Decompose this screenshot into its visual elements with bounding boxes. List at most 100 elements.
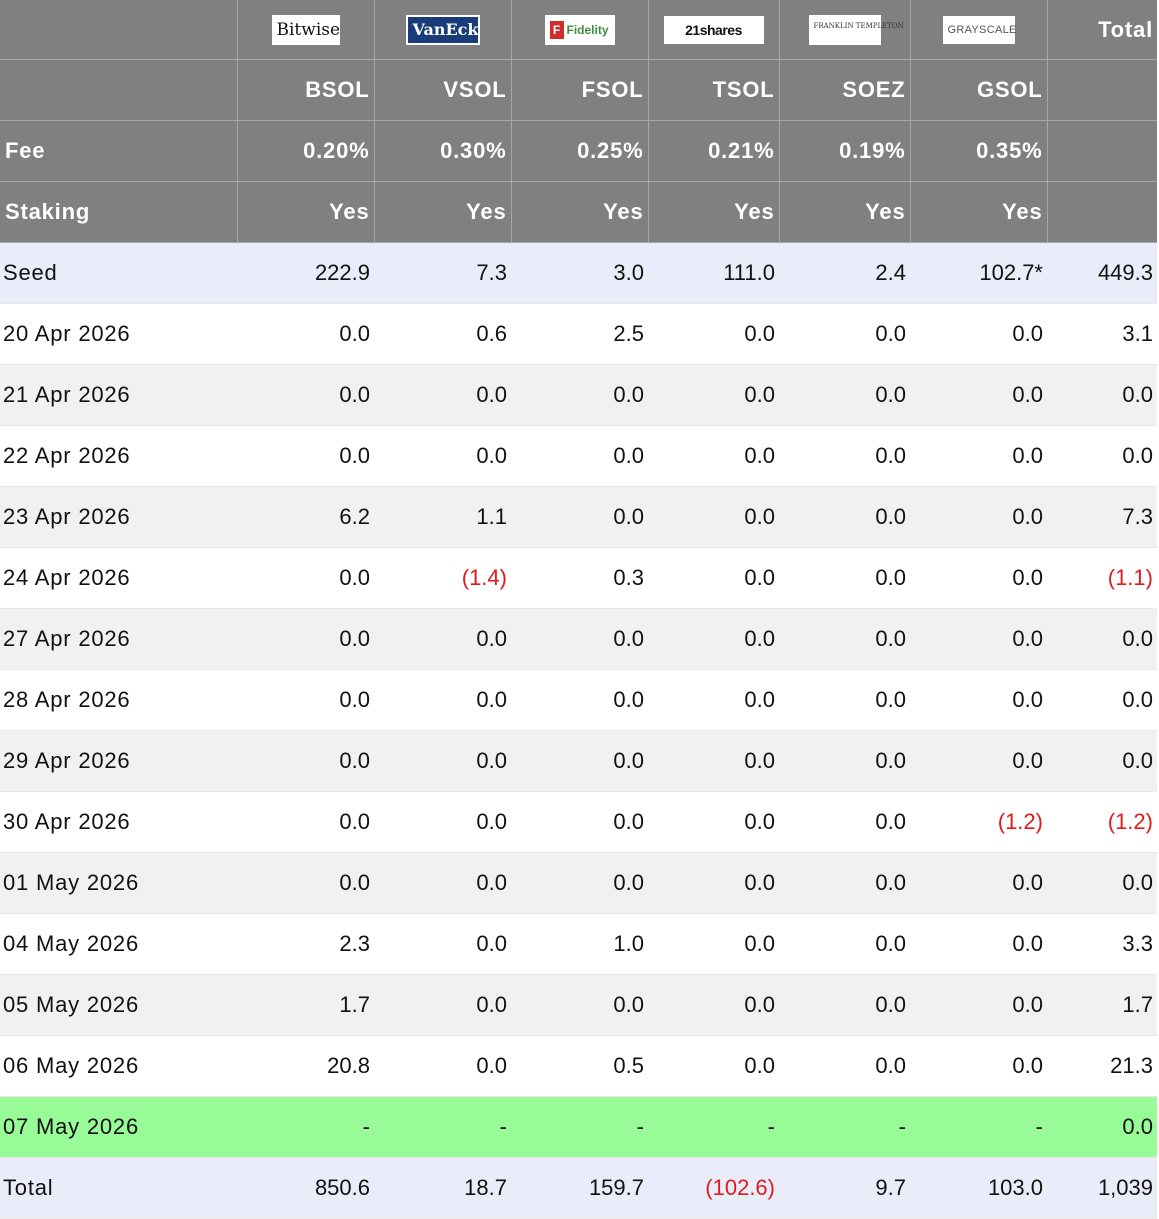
- ticker-total-cell: [1047, 59, 1157, 121]
- row-total-cell: (1.2): [1047, 791, 1157, 853]
- fidelity-logo: F Fidelity: [544, 14, 615, 45]
- flow-cell: 0.0: [779, 364, 910, 426]
- flow-cell: 9.7: [779, 1157, 910, 1219]
- issuer-logo-cell: VanEck: [374, 0, 512, 60]
- ticker-label-cell: [0, 59, 238, 121]
- fee-cell: 0.21%: [648, 120, 780, 182]
- 21shares-logo: 21shares: [663, 15, 764, 44]
- flow-cell: 0.0: [910, 913, 1047, 975]
- row-total-cell: 449.3: [1047, 242, 1157, 304]
- table-row: 07 May 2026- - - - - -0.0: [0, 1096, 1157, 1158]
- issuer-logo-cell: F Fidelity: [511, 0, 649, 60]
- flow-cell: 0.0: [910, 730, 1047, 792]
- flow-cell: 3.0: [511, 242, 648, 304]
- row-total-cell: 3.3: [1047, 913, 1157, 975]
- total-header: Total: [1047, 0, 1157, 60]
- flow-cell: 103.0: [910, 1157, 1047, 1219]
- grayscale-logo: GRAYSCALE: [942, 15, 1016, 44]
- flow-cell: 1.0: [511, 913, 648, 975]
- flow-cell: (1.4): [374, 547, 511, 609]
- fee-cell: 0.19%: [779, 120, 911, 182]
- flow-cell: 0.0: [910, 547, 1047, 609]
- fee-cell: 0.20%: [237, 120, 375, 182]
- flow-cell: 0.0: [648, 547, 779, 609]
- flow-cell: 0.0: [910, 608, 1047, 670]
- row-total-cell: 7.3: [1047, 486, 1157, 548]
- row-label: Total: [0, 1157, 237, 1219]
- row-total-cell: (1.1): [1047, 547, 1157, 609]
- row-label: 28 Apr 2026: [0, 669, 237, 731]
- issuer-logo-cell: 21shares: [648, 0, 780, 60]
- table-row: 30 Apr 2026 0.0 0.0 0.0 0.0 0.0 (1.2) (1.2): [0, 791, 1157, 853]
- table-row: 20 Apr 2026 0.0 0.6 2.5 0.0 0.0 0.0 3.1: [0, 303, 1157, 365]
- flow-cell: 0.0: [511, 486, 648, 548]
- row-total-cell: 3.1: [1047, 303, 1157, 365]
- flow-cell: 0.0: [237, 669, 374, 731]
- flow-cell: 0.0: [374, 364, 511, 426]
- flow-cell: 0.0: [511, 852, 648, 914]
- flow-cell: 0.0: [511, 608, 648, 670]
- row-total-cell: 1.7: [1047, 974, 1157, 1036]
- flow-cell: 2.4: [779, 242, 910, 304]
- flow-cell: 0.0: [648, 913, 779, 975]
- row-label: 30 Apr 2026: [0, 791, 237, 853]
- ticker-cell: BSOL: [237, 59, 375, 121]
- flow-cell: 0.0: [910, 669, 1047, 731]
- flow-cell: 0.0: [779, 547, 910, 609]
- staking-cell: Yes: [237, 181, 375, 243]
- row-total-cell: 0.0: [1047, 608, 1157, 670]
- flow-cell: 0.0: [779, 913, 910, 975]
- staking-cell: Yes: [779, 181, 911, 243]
- flow-cell: -: [374, 1096, 511, 1158]
- row-label: 22 Apr 2026: [0, 425, 237, 487]
- flow-cell: 0.0: [910, 303, 1047, 365]
- staking-total-cell: [1047, 181, 1157, 243]
- flow-cell: 0.0: [511, 364, 648, 426]
- table-row: 24 Apr 2026 0.0 (1.4) 0.3 0.0 0.0 0.0 (1.1): [0, 547, 1157, 609]
- table-row: 06 May 2026 20.8 0.0 0.5 0.0 0.0 0.0 21.3: [0, 1035, 1157, 1097]
- flow-cell: 0.0: [648, 486, 779, 548]
- row-label: 07 May 2026: [0, 1096, 237, 1158]
- flow-cell: 1.1: [374, 486, 511, 548]
- row-total-cell: 0.0: [1047, 669, 1157, 731]
- fee-row: Fee 0.20% 0.30% 0.25% 0.21% 0.19% 0.35%: [0, 120, 1157, 182]
- flow-cell: 102.7*: [910, 242, 1047, 304]
- row-total-cell: 0.0: [1047, 852, 1157, 914]
- row-label: 27 Apr 2026: [0, 608, 237, 670]
- table-row: 27 Apr 2026 0.0 0.0 0.0 0.0 0.0 0.0 0.0: [0, 608, 1157, 670]
- flow-cell: 2.5: [511, 303, 648, 365]
- flow-cell: 222.9: [237, 242, 374, 304]
- corner-cell: [0, 0, 238, 60]
- flow-cell: 0.0: [237, 547, 374, 609]
- row-total-cell: 0.0: [1047, 364, 1157, 426]
- row-total-cell: 0.0: [1047, 1096, 1157, 1158]
- table-row: 01 May 2026 0.0 0.0 0.0 0.0 0.0 0.0 0.0: [0, 852, 1157, 914]
- flow-cell: 0.0: [779, 974, 910, 1036]
- flow-cell: -: [511, 1096, 648, 1158]
- flow-cell: 7.3: [374, 242, 511, 304]
- flow-cell: 0.0: [910, 852, 1047, 914]
- staking-label: Staking: [0, 181, 238, 243]
- flow-cell: 0.0: [237, 730, 374, 792]
- fee-cell: 0.25%: [511, 120, 649, 182]
- row-label: 04 May 2026: [0, 913, 237, 975]
- flow-cell: 0.0: [374, 669, 511, 731]
- bitwise-logo: Bitwise: [271, 14, 340, 45]
- flow-cell: 0.0: [374, 791, 511, 853]
- flow-cell: 0.0: [237, 364, 374, 426]
- row-total-cell: 0.0: [1047, 730, 1157, 792]
- staking-cell: Yes: [511, 181, 649, 243]
- row-label: 01 May 2026: [0, 852, 237, 914]
- flow-cell: 0.0: [779, 486, 910, 548]
- franklin-templeton-logo: FRANKLIN TEMPLETON: [808, 14, 904, 45]
- flow-cell: 0.0: [910, 974, 1047, 1036]
- ticker-cell: SOEZ: [779, 59, 911, 121]
- flow-cell: 0.0: [374, 425, 511, 487]
- flow-cell: 20.8: [237, 1035, 374, 1097]
- flow-cell: 0.0: [237, 852, 374, 914]
- flow-cell: 0.0: [237, 608, 374, 670]
- flow-cell: 2.3: [237, 913, 374, 975]
- table-row: 23 Apr 2026 6.2 1.1 0.0 0.0 0.0 0.0 7.3: [0, 486, 1157, 548]
- flow-cell: 0.0: [779, 852, 910, 914]
- flow-cell: 0.0: [511, 669, 648, 731]
